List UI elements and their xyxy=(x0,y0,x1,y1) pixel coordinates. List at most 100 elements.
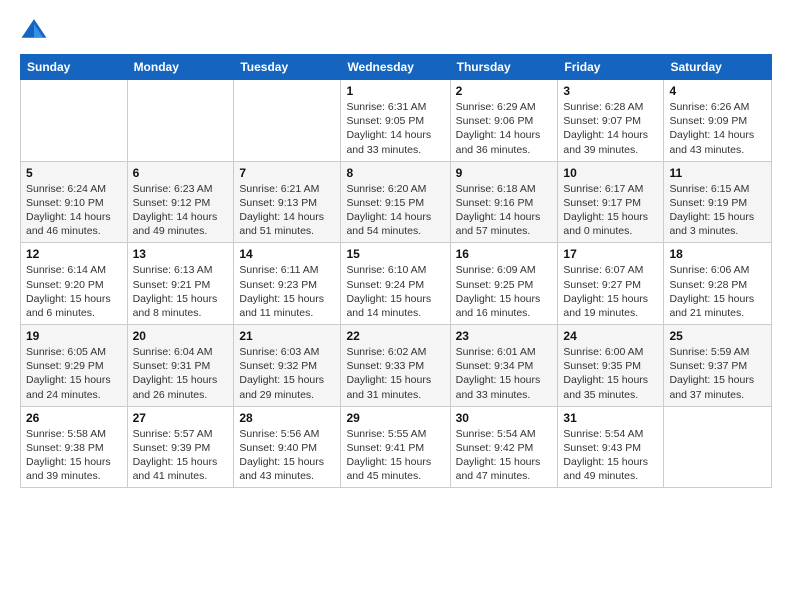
calendar-cell: 9 Sunrise: 6:18 AM Sunset: 9:16 PM Daylig… xyxy=(450,161,558,243)
calendar-weekday-thursday: Thursday xyxy=(450,55,558,80)
day-number: 24 xyxy=(563,329,658,343)
day-info: Sunrise: 6:21 AM Sunset: 9:13 PM Dayligh… xyxy=(239,182,335,239)
day-number: 1 xyxy=(346,84,444,98)
day-number: 23 xyxy=(456,329,553,343)
calendar-cell: 8 Sunrise: 6:20 AM Sunset: 9:15 PM Daylig… xyxy=(341,161,450,243)
day-number: 30 xyxy=(456,411,553,425)
calendar-cell: 12 Sunrise: 6:14 AM Sunset: 9:20 PM Dayli… xyxy=(21,243,128,325)
day-number: 29 xyxy=(346,411,444,425)
calendar-week-row: 19Sunrise: 6:05 AM Sunset: 9:29 PM Dayli… xyxy=(21,325,772,407)
calendar-cell: 26Sunrise: 5:58 AM Sunset: 9:38 PM Dayli… xyxy=(21,406,128,488)
day-number: 12 xyxy=(26,247,122,261)
day-info: Sunrise: 6:15 AM Sunset: 9:19 PM Dayligh… xyxy=(669,182,766,239)
calendar-header-row: SundayMondayTuesdayWednesdayThursdayFrid… xyxy=(21,55,772,80)
day-number: 21 xyxy=(239,329,335,343)
day-number: 25 xyxy=(669,329,766,343)
calendar-cell: 28 Sunrise: 5:56 AM Sunset: 9:40 PM Dayli… xyxy=(234,406,341,488)
calendar-cell: 19Sunrise: 6:05 AM Sunset: 9:29 PM Dayli… xyxy=(21,325,128,407)
day-number: 9 xyxy=(456,166,553,180)
calendar-cell: 16 Sunrise: 6:09 AM Sunset: 9:25 PM Dayli… xyxy=(450,243,558,325)
calendar-cell: 21 Sunrise: 6:03 AM Sunset: 9:32 PM Dayli… xyxy=(234,325,341,407)
day-info: Sunrise: 6:13 AM Sunset: 9:21 PM Dayligh… xyxy=(133,263,229,320)
day-number: 5 xyxy=(26,166,122,180)
day-number: 27 xyxy=(133,411,229,425)
day-info: Sunrise: 6:17 AM Sunset: 9:17 PM Dayligh… xyxy=(563,182,658,239)
day-info: Sunrise: 5:57 AM Sunset: 9:39 PM Dayligh… xyxy=(133,427,229,484)
calendar-cell: 20 Sunrise: 6:04 AM Sunset: 9:31 PM Dayli… xyxy=(127,325,234,407)
calendar-cell xyxy=(21,80,128,162)
calendar-week-row: 1 Sunrise: 6:31 AM Sunset: 9:05 PM Daylig… xyxy=(21,80,772,162)
calendar-cell: 18 Sunrise: 6:06 AM Sunset: 9:28 PM Dayli… xyxy=(664,243,772,325)
header xyxy=(20,16,772,44)
day-number: 20 xyxy=(133,329,229,343)
calendar-cell: 5 Sunrise: 6:24 AM Sunset: 9:10 PM Daylig… xyxy=(21,161,128,243)
calendar-week-row: 12 Sunrise: 6:14 AM Sunset: 9:20 PM Dayli… xyxy=(21,243,772,325)
day-number: 4 xyxy=(669,84,766,98)
calendar-table: SundayMondayTuesdayWednesdayThursdayFrid… xyxy=(20,54,772,488)
day-info: Sunrise: 6:20 AM Sunset: 9:15 PM Dayligh… xyxy=(346,182,444,239)
day-info: Sunrise: 6:06 AM Sunset: 9:28 PM Dayligh… xyxy=(669,263,766,320)
day-info: Sunrise: 6:02 AM Sunset: 9:33 PM Dayligh… xyxy=(346,345,444,402)
day-info: Sunrise: 6:03 AM Sunset: 9:32 PM Dayligh… xyxy=(239,345,335,402)
calendar-cell xyxy=(664,406,772,488)
day-number: 16 xyxy=(456,247,553,261)
calendar-cell xyxy=(127,80,234,162)
day-number: 6 xyxy=(133,166,229,180)
day-info: Sunrise: 6:23 AM Sunset: 9:12 PM Dayligh… xyxy=(133,182,229,239)
day-info: Sunrise: 6:14 AM Sunset: 9:20 PM Dayligh… xyxy=(26,263,122,320)
day-number: 15 xyxy=(346,247,444,261)
day-info: Sunrise: 6:18 AM Sunset: 9:16 PM Dayligh… xyxy=(456,182,553,239)
day-info: Sunrise: 6:24 AM Sunset: 9:10 PM Dayligh… xyxy=(26,182,122,239)
day-number: 28 xyxy=(239,411,335,425)
calendar-cell: 27 Sunrise: 5:57 AM Sunset: 9:39 PM Dayli… xyxy=(127,406,234,488)
calendar-weekday-tuesday: Tuesday xyxy=(234,55,341,80)
day-info: Sunrise: 6:00 AM Sunset: 9:35 PM Dayligh… xyxy=(563,345,658,402)
day-info: Sunrise: 6:10 AM Sunset: 9:24 PM Dayligh… xyxy=(346,263,444,320)
day-info: Sunrise: 6:04 AM Sunset: 9:31 PM Dayligh… xyxy=(133,345,229,402)
calendar-cell: 4 Sunrise: 6:26 AM Sunset: 9:09 PM Daylig… xyxy=(664,80,772,162)
day-info: Sunrise: 5:59 AM Sunset: 9:37 PM Dayligh… xyxy=(669,345,766,402)
day-info: Sunrise: 5:54 AM Sunset: 9:43 PM Dayligh… xyxy=(563,427,658,484)
calendar-cell: 3Sunrise: 6:28 AM Sunset: 9:07 PM Daylig… xyxy=(558,80,664,162)
calendar-cell: 17 Sunrise: 6:07 AM Sunset: 9:27 PM Dayli… xyxy=(558,243,664,325)
day-number: 8 xyxy=(346,166,444,180)
calendar-cell: 24 Sunrise: 6:00 AM Sunset: 9:35 PM Dayli… xyxy=(558,325,664,407)
day-info: Sunrise: 5:58 AM Sunset: 9:38 PM Dayligh… xyxy=(26,427,122,484)
calendar-weekday-saturday: Saturday xyxy=(664,55,772,80)
logo-icon xyxy=(20,16,48,44)
day-number: 22 xyxy=(346,329,444,343)
calendar-cell: 25 Sunrise: 5:59 AM Sunset: 9:37 PM Dayli… xyxy=(664,325,772,407)
day-info: Sunrise: 6:07 AM Sunset: 9:27 PM Dayligh… xyxy=(563,263,658,320)
calendar-cell: 14 Sunrise: 6:11 AM Sunset: 9:23 PM Dayli… xyxy=(234,243,341,325)
calendar-weekday-monday: Monday xyxy=(127,55,234,80)
calendar-weekday-friday: Friday xyxy=(558,55,664,80)
calendar-cell: 11 Sunrise: 6:15 AM Sunset: 9:19 PM Dayli… xyxy=(664,161,772,243)
day-number: 13 xyxy=(133,247,229,261)
day-number: 18 xyxy=(669,247,766,261)
calendar-cell: 22 Sunrise: 6:02 AM Sunset: 9:33 PM Dayli… xyxy=(341,325,450,407)
day-info: Sunrise: 5:54 AM Sunset: 9:42 PM Dayligh… xyxy=(456,427,553,484)
calendar-cell xyxy=(234,80,341,162)
day-number: 2 xyxy=(456,84,553,98)
calendar-cell: 29Sunrise: 5:55 AM Sunset: 9:41 PM Dayli… xyxy=(341,406,450,488)
day-number: 17 xyxy=(563,247,658,261)
day-number: 14 xyxy=(239,247,335,261)
calendar-cell: 30 Sunrise: 5:54 AM Sunset: 9:42 PM Dayli… xyxy=(450,406,558,488)
day-info: Sunrise: 6:09 AM Sunset: 9:25 PM Dayligh… xyxy=(456,263,553,320)
day-info: Sunrise: 6:05 AM Sunset: 9:29 PM Dayligh… xyxy=(26,345,122,402)
calendar-cell: 15 Sunrise: 6:10 AM Sunset: 9:24 PM Dayli… xyxy=(341,243,450,325)
day-number: 31 xyxy=(563,411,658,425)
calendar-cell: 6 Sunrise: 6:23 AM Sunset: 9:12 PM Daylig… xyxy=(127,161,234,243)
logo xyxy=(20,16,52,44)
calendar-cell: 31 Sunrise: 5:54 AM Sunset: 9:43 PM Dayli… xyxy=(558,406,664,488)
day-info: Sunrise: 6:11 AM Sunset: 9:23 PM Dayligh… xyxy=(239,263,335,320)
day-info: Sunrise: 6:28 AM Sunset: 9:07 PM Dayligh… xyxy=(563,100,658,157)
day-info: Sunrise: 6:29 AM Sunset: 9:06 PM Dayligh… xyxy=(456,100,553,157)
day-info: Sunrise: 6:31 AM Sunset: 9:05 PM Dayligh… xyxy=(346,100,444,157)
day-number: 11 xyxy=(669,166,766,180)
day-info: Sunrise: 5:56 AM Sunset: 9:40 PM Dayligh… xyxy=(239,427,335,484)
calendar-cell: 13 Sunrise: 6:13 AM Sunset: 9:21 PM Dayli… xyxy=(127,243,234,325)
calendar-weekday-wednesday: Wednesday xyxy=(341,55,450,80)
day-info: Sunrise: 6:26 AM Sunset: 9:09 PM Dayligh… xyxy=(669,100,766,157)
calendar-cell: 2 Sunrise: 6:29 AM Sunset: 9:06 PM Daylig… xyxy=(450,80,558,162)
